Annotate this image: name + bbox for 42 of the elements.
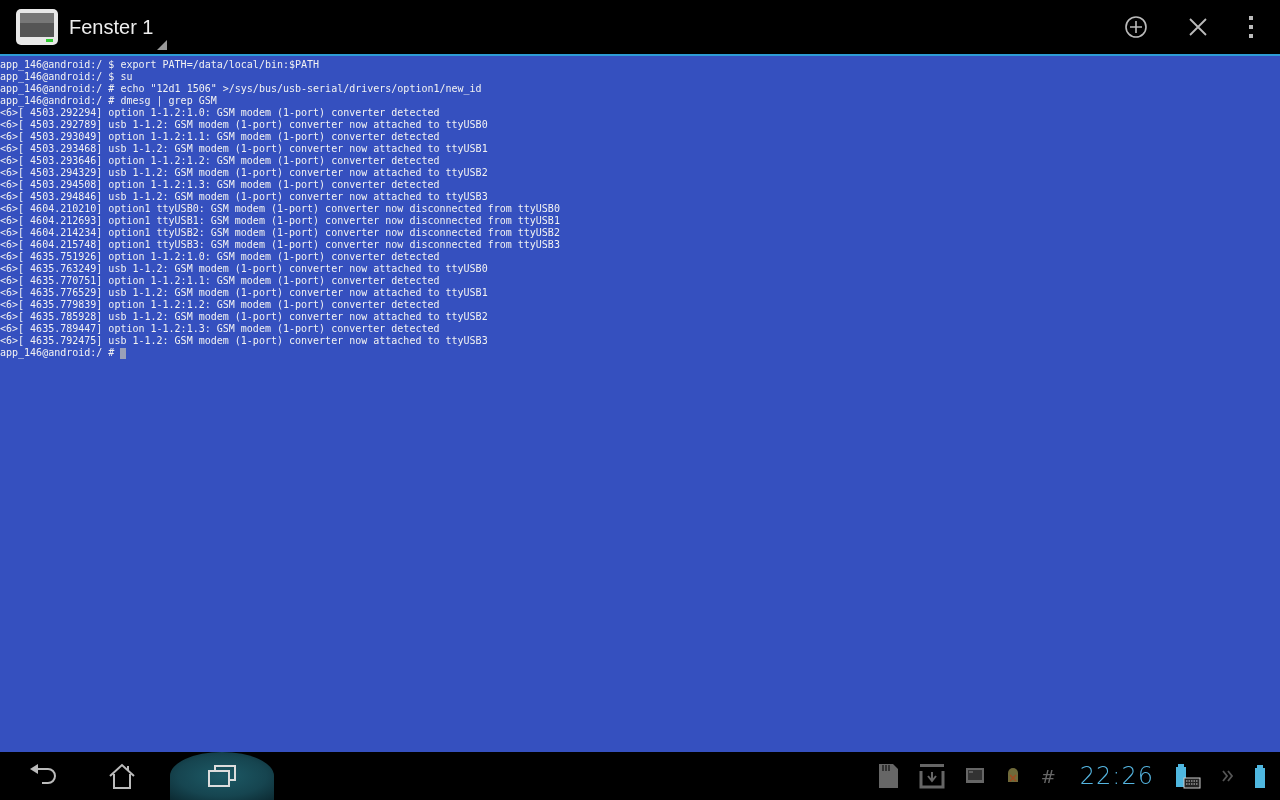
terminal-line: <6>[ 4503.294508] option 1-1.2:1.3: GSM modem (1-port) converter detected xyxy=(0,179,440,191)
sd-card-icon xyxy=(876,763,899,789)
terminal-line: <6>[ 4635.785928] usb 1-1.2: GSM modem (1-port) converter now attached to ttyUSB2 xyxy=(0,311,488,323)
dropdown-corner-icon[interactable] xyxy=(157,40,168,50)
notification-symbol: # xyxy=(1040,765,1056,787)
chevrons-icon xyxy=(1222,769,1234,783)
terminal-line: <6>[ 4635.779839] option 1-1.2:1.2: GSM modem (1-port) converter detected xyxy=(0,299,440,311)
window-title[interactable]: Fenster 1 xyxy=(69,15,168,39)
clock-time: 22:26 xyxy=(1079,762,1154,790)
terminal-app-icon xyxy=(15,8,59,46)
terminal-line: app_146@android:/ # xyxy=(0,347,115,359)
terminal-line: <6>[ 4635.770751] option 1-1.2:1.1: GSM modem (1-port) converter detected xyxy=(0,275,440,287)
terminal-line: <6>[ 4604.215748] option1 ttyUSB3: GSM modem (1-port) converter now disconnected from ttyUSB3 xyxy=(0,239,560,251)
terminal-line: <6>[ 4503.294329] usb 1-1.2: GSM modem (1-port) converter now attached to ttyUSB2 xyxy=(0,167,488,179)
terminal-line: app_146@android:/ # echo "12d1 1506" >/sys/bus/usb-serial/drivers/option1/new_id xyxy=(0,83,482,95)
terminal-line: <6>[ 4635.789447] option 1-1.2:1.3: GSM modem (1-port) converter detected xyxy=(0,323,440,335)
recent-apps-icon xyxy=(207,762,237,790)
terminal-line: <6>[ 4503.293646] option 1-1.2:1.2: GSM modem (1-port) converter detected xyxy=(0,155,440,167)
terminal-line: app_146@android:/ $ su xyxy=(0,71,133,83)
terminal-line: <6>[ 4503.294846] usb 1-1.2: GSM modem (1-port) converter now attached to ttyUSB3 xyxy=(0,191,488,203)
overflow-menu-icon[interactable] xyxy=(1248,15,1254,39)
keyboard-battery-icon xyxy=(1174,763,1202,789)
terminal-line: <6>[ 4503.293468] usb 1-1.2: GSM modem (1-port) converter now attached to ttyUSB1 xyxy=(0,143,488,155)
terminal-line: <6>[ 4635.751926] option 1-1.2:1.0: GSM modem (1-port) converter detected xyxy=(0,251,440,263)
download-tray-icon xyxy=(918,763,945,789)
terminal-line: <6>[ 4503.293049] option 1-1.2:1.1: GSM modem (1-port) converter detected xyxy=(0,131,440,143)
terminal-line: <6>[ 4604.210210] option1 ttyUSB0: GSM modem (1-port) converter now disconnected from ttyUSB0 xyxy=(0,203,560,215)
terminal-line: <6>[ 4503.292294] option 1-1.2:1.0: GSM modem (1-port) converter detected xyxy=(0,107,440,119)
terminal-line: <6>[ 4604.212693] option1 ttyUSB1: GSM modem (1-port) converter now disconnected from ttyUSB1 xyxy=(0,215,560,227)
close-icon[interactable] xyxy=(1188,17,1208,37)
terminal-line: <6>[ 4604.214234] option1 ttyUSB2: GSM modem (1-port) converter now disconnected from ttyUSB2 xyxy=(0,227,560,239)
battery-icon xyxy=(1254,763,1266,789)
nav-button[interactable] xyxy=(170,752,274,800)
terminal-line: <6>[ 4635.792475] usb 1-1.2: GSM modem (1-port) converter now attached to ttyUSB3 xyxy=(0,335,488,347)
terminal-line: <6>[ 4503.292789] usb 1-1.2: GSM modem (1-port) converter now attached to ttyUSB0 xyxy=(0,119,488,131)
terminal-line: app_146@android:/ $ export PATH=/data/local/bin:$PATH xyxy=(0,59,320,71)
terminal-line: <6>[ 4635.776529] usb 1-1.2: GSM modem (1-port) converter now attached to ttyUSB1 xyxy=(0,287,488,299)
terminal-line: app_146@android:/ # dmesg | grep GSM xyxy=(0,95,217,107)
terminal-line: <6>[ 4635.763249] usb 1-1.2: GSM modem (1-port) converter now attached to ttyUSB0 xyxy=(0,263,488,275)
terminal-screen[interactable] xyxy=(0,56,1280,752)
add-icon[interactable] xyxy=(1124,15,1148,39)
monitor-icon xyxy=(964,767,985,785)
